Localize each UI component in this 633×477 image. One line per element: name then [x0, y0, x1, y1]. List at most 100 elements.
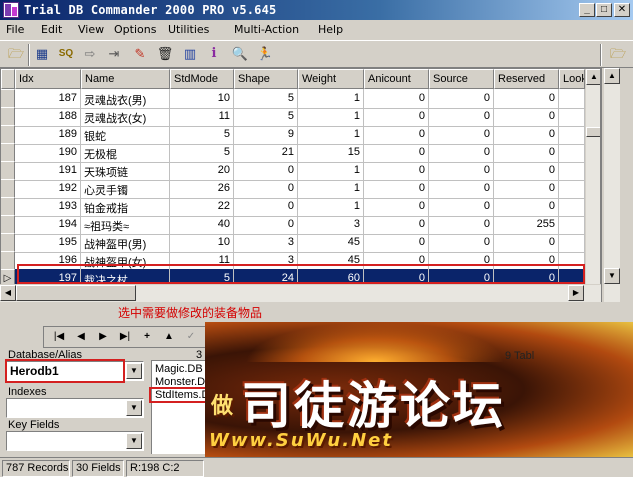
table-cell[interactable]: 5: [234, 89, 298, 109]
table-cell[interactable]: 5: [170, 143, 234, 163]
table-cell[interactable]: 0: [494, 89, 559, 109]
table-cell[interactable]: 194: [15, 215, 81, 235]
nav-next-button[interactable]: ▶: [92, 328, 114, 346]
table-cell[interactable]: 0: [429, 125, 494, 145]
nav-insert-button[interactable]: +: [136, 328, 158, 346]
sql-icon[interactable]: SQ: [56, 45, 76, 63]
table-cell[interactable]: 1: [298, 161, 364, 181]
scroll-right-button[interactable]: ▶: [568, 285, 584, 301]
column-header-stdmode[interactable]: StdMode: [170, 69, 234, 89]
table-cell[interactable]: 心灵手镯: [81, 179, 170, 199]
table-row[interactable]: 193 铂金戒指 22 0 1 0 0 0: [1, 197, 585, 217]
table-row[interactable]: 192 心灵手镯 26 0 1 0 0 0: [1, 179, 585, 199]
table-cell[interactable]: 0: [364, 215, 429, 235]
trash-icon[interactable]: 🗑: [155, 45, 175, 63]
table-cell[interactable]: [559, 233, 585, 253]
table-cell[interactable]: 0: [429, 215, 494, 235]
table-cell[interactable]: 0: [364, 179, 429, 199]
table-row[interactable]: 189 银蛇 5 9 1 0 0 0: [1, 125, 585, 145]
table-cell[interactable]: 0: [494, 161, 559, 181]
table-cell[interactable]: 0: [494, 233, 559, 253]
nav-last-button[interactable]: ▶|: [114, 328, 136, 346]
right-scrollbar[interactable]: ▲ ▼: [604, 68, 620, 302]
table-cell[interactable]: 15: [298, 143, 364, 163]
table-cell[interactable]: [559, 125, 585, 145]
table-row[interactable]: 187 灵魂战衣(男) 10 5 1 0 0 0: [1, 89, 585, 109]
table-cell[interactable]: 10: [170, 233, 234, 253]
table-cell[interactable]: 193: [15, 197, 81, 217]
chevron-down-icon[interactable]: ▼: [126, 433, 142, 449]
table-cell[interactable]: 0: [494, 143, 559, 163]
table-row[interactable]: 191 天珠项链 20 0 1 0 0 0: [1, 161, 585, 181]
open-folder-icon[interactable]: 🗁: [608, 45, 628, 63]
menu-view[interactable]: View: [78, 23, 104, 36]
table-cell[interactable]: 1: [298, 89, 364, 109]
table-cell[interactable]: 1: [298, 125, 364, 145]
table-cell[interactable]: 20: [170, 161, 234, 181]
hscroll-thumb[interactable]: [16, 285, 136, 301]
table-cell[interactable]: 11: [170, 107, 234, 127]
arrow-right-icon[interactable]: ⇨: [80, 45, 100, 63]
table-cell[interactable]: 0: [234, 215, 298, 235]
table-cell[interactable]: 9: [234, 125, 298, 145]
table-cell[interactable]: 0: [494, 125, 559, 145]
column-header-reserved[interactable]: Reserved: [494, 69, 559, 89]
table-cell[interactable]: 0: [429, 143, 494, 163]
table-cell[interactable]: 0: [494, 179, 559, 199]
table-cell[interactable]: 26: [170, 179, 234, 199]
table-cell[interactable]: 0: [364, 197, 429, 217]
table-cell[interactable]: 0: [364, 125, 429, 145]
horizontal-scrollbar[interactable]: ◀ ▶: [0, 284, 601, 302]
table-cell[interactable]: 5: [234, 107, 298, 127]
table-cell[interactable]: 1: [298, 197, 364, 217]
table-cell[interactable]: 0: [234, 179, 298, 199]
table-cell[interactable]: 40: [170, 215, 234, 235]
table-cell[interactable]: 3: [234, 233, 298, 253]
search-icon[interactable]: 🔍: [230, 45, 250, 63]
table-cell[interactable]: 0: [234, 197, 298, 217]
menu-options[interactable]: Options: [114, 23, 156, 36]
table-cell[interactable]: 0: [429, 233, 494, 253]
indexes-select[interactable]: ▼: [6, 398, 144, 418]
nav-post-button[interactable]: ✓: [180, 328, 202, 346]
table-cell[interactable]: [559, 197, 585, 217]
menu-file[interactable]: File: [6, 23, 24, 36]
column-header-weight[interactable]: Weight: [298, 69, 364, 89]
row-indicator[interactable]: [1, 179, 15, 199]
table-item-magic[interactable]: Magic.DB: [155, 363, 203, 375]
table-cell[interactable]: 21: [234, 143, 298, 163]
nav-first-button[interactable]: |◀: [48, 328, 70, 346]
nav-delete-button[interactable]: ▲: [158, 328, 180, 346]
minimize-button[interactable]: _: [579, 3, 595, 17]
row-indicator[interactable]: [1, 89, 15, 109]
menu-multi-action[interactable]: Multi-Action: [234, 23, 299, 36]
row-indicator[interactable]: [1, 233, 15, 253]
table-cell[interactable]: 0: [494, 107, 559, 127]
scroll-left-button[interactable]: ◀: [0, 285, 16, 301]
scroll-thumb[interactable]: [586, 127, 600, 137]
row-indicator[interactable]: [1, 143, 15, 163]
table-cell[interactable]: 188: [15, 107, 81, 127]
column-header-idx[interactable]: Idx: [15, 69, 81, 89]
table-cell[interactable]: 0: [429, 197, 494, 217]
menu-edit[interactable]: Edit: [41, 23, 62, 36]
brush-icon[interactable]: ✎: [130, 45, 150, 63]
table-cell[interactable]: 45: [298, 233, 364, 253]
row-indicator[interactable]: [1, 107, 15, 127]
table-cell[interactable]: 0: [364, 107, 429, 127]
close-button[interactable]: ✕: [614, 3, 630, 17]
scroll-up-button[interactable]: ▲: [586, 69, 600, 85]
table-cell[interactable]: 0: [494, 197, 559, 217]
table-row[interactable]: 194 ≈祖玛类≈ 40 0 3 0 0 255: [1, 215, 585, 235]
table-cell[interactable]: 0: [234, 161, 298, 181]
export-icon[interactable]: ⇥: [104, 45, 124, 63]
table-cell[interactable]: [559, 161, 585, 181]
column-header-source[interactable]: Source: [429, 69, 494, 89]
table-cell[interactable]: [559, 179, 585, 199]
vertical-scrollbar[interactable]: ▲ ▼: [585, 69, 600, 301]
table-cell[interactable]: 10: [170, 89, 234, 109]
runner-icon[interactable]: 🏃: [255, 45, 275, 63]
table-cell[interactable]: 192: [15, 179, 81, 199]
table-cell[interactable]: 191: [15, 161, 81, 181]
row-indicator[interactable]: [1, 215, 15, 235]
